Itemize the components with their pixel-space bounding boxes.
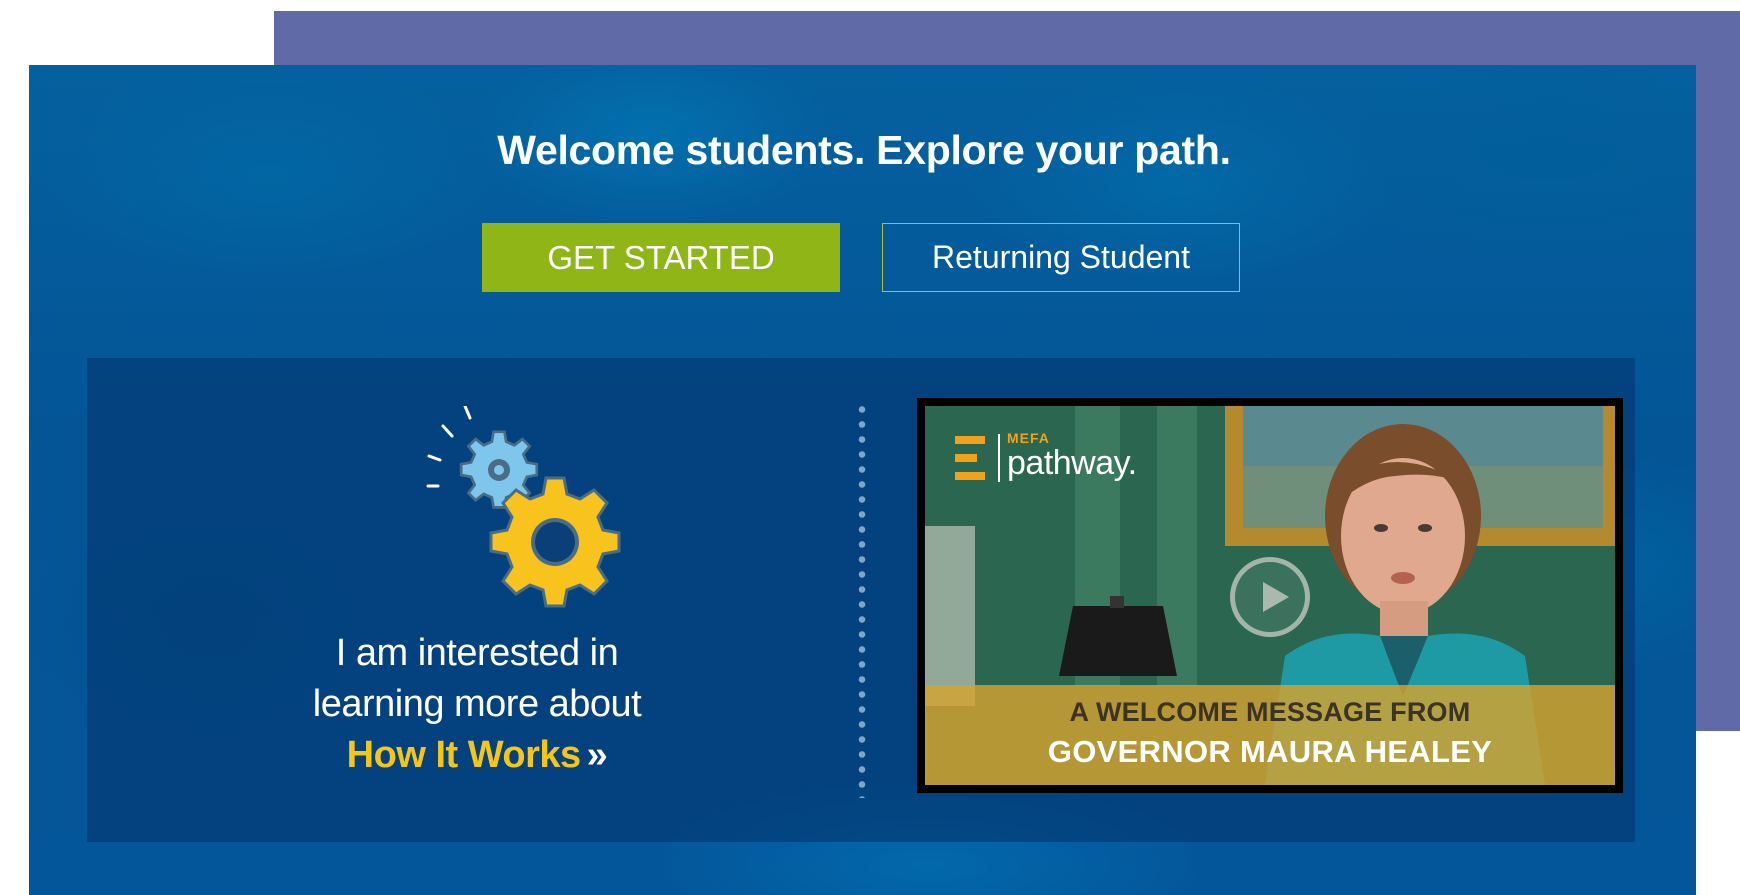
interest-line-2: learning more about bbox=[312, 683, 642, 725]
hero-section: Welcome students. Explore your path. GET… bbox=[29, 65, 1696, 895]
video-frame: MEFA pathway. A WELCOME MESSAGE FROM GOV… bbox=[925, 406, 1615, 785]
gears-icon bbox=[426, 406, 621, 608]
returning-student-button[interactable]: Returning Student bbox=[882, 223, 1240, 292]
get-started-button[interactable]: GET STARTED bbox=[482, 223, 840, 292]
dotted-divider bbox=[858, 402, 866, 798]
logo-separator bbox=[998, 434, 1000, 482]
video-caption-line-2: GOVERNOR MAURA HEALEY bbox=[1047, 734, 1493, 769]
mefa-logo-icon bbox=[955, 436, 987, 480]
interest-text: I am interested in learning more about H… bbox=[267, 628, 687, 781]
interest-line-1: I am interested in bbox=[335, 632, 619, 674]
mefa-pathway-logo: MEFA pathway. bbox=[955, 430, 1175, 490]
page: Welcome students. Explore your path. GET… bbox=[0, 0, 1740, 895]
video-caption-line-1: A WELCOME MESSAGE FROM bbox=[1069, 697, 1471, 727]
welcome-video[interactable]: MEFA pathway. A WELCOME MESSAGE FROM GOV… bbox=[917, 398, 1623, 793]
chevron-right-icon[interactable]: » bbox=[587, 734, 608, 776]
logo-brand-name: pathway. bbox=[1007, 444, 1137, 482]
how-it-works-link[interactable]: How It Works bbox=[347, 734, 582, 776]
play-icon[interactable] bbox=[1230, 557, 1310, 637]
video-caption-banner: A WELCOME MESSAGE FROM GOVERNOR MAURA HE… bbox=[925, 685, 1615, 785]
content-panel: I am interested in learning more about H… bbox=[87, 358, 1635, 842]
hero-headline: Welcome students. Explore your path. bbox=[497, 127, 1231, 173]
how-it-works-row: How It Works» bbox=[267, 730, 687, 781]
